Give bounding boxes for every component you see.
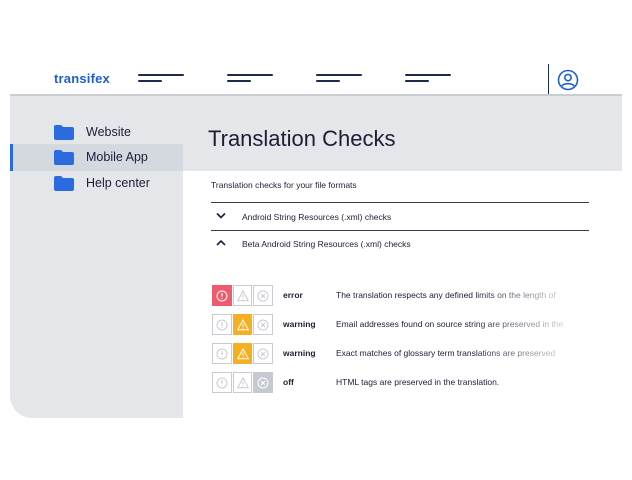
nav-item-3[interactable] bbox=[316, 74, 362, 84]
off-icon bbox=[257, 319, 269, 330]
header-divider bbox=[548, 64, 549, 94]
severity-selector bbox=[212, 314, 274, 335]
page-title: Translation Checks bbox=[208, 126, 396, 151]
folder-icon bbox=[54, 150, 74, 165]
stage: transifex Website Mobile App Help center… bbox=[0, 0, 632, 480]
sidebar-item-website[interactable]: Website bbox=[10, 119, 183, 146]
error-icon bbox=[216, 348, 228, 359]
warning-icon bbox=[236, 347, 249, 359]
section-android-xml[interactable]: Android String Resources (.xml) checks bbox=[211, 204, 589, 230]
folder-icon bbox=[54, 125, 74, 140]
error-toggle[interactable] bbox=[212, 343, 232, 364]
off-icon bbox=[257, 348, 269, 359]
warning-toggle[interactable] bbox=[232, 314, 253, 335]
check-row: warning Email addresses found on source … bbox=[212, 314, 592, 335]
severity-selector bbox=[212, 285, 274, 306]
warning-toggle[interactable] bbox=[232, 372, 253, 393]
sidebar-item-mobile-app[interactable]: Mobile App bbox=[10, 144, 183, 171]
off-toggle[interactable] bbox=[253, 343, 274, 364]
error-icon bbox=[216, 290, 228, 301]
chevron-up-icon bbox=[216, 239, 226, 246]
check-row: error The translation respects any defin… bbox=[212, 285, 592, 306]
check-row: warning Exact matches of glossary term t… bbox=[212, 343, 592, 364]
nav-item-2[interactable] bbox=[227, 74, 273, 84]
section-label: Beta Android String Resources (.xml) che… bbox=[242, 239, 411, 249]
warning-icon bbox=[236, 289, 249, 301]
error-icon bbox=[216, 319, 228, 330]
warning-icon bbox=[236, 318, 249, 330]
severity-selector bbox=[212, 372, 274, 393]
off-toggle[interactable] bbox=[253, 372, 274, 393]
sidebar-item-label: Website bbox=[86, 125, 131, 139]
off-icon bbox=[257, 290, 269, 301]
severity-label: warning bbox=[283, 319, 316, 329]
off-toggle[interactable] bbox=[253, 285, 274, 306]
warning-toggle[interactable] bbox=[232, 285, 253, 306]
chevron-down-icon bbox=[216, 212, 226, 219]
check-description: Exact matches of glossary term translati… bbox=[336, 348, 556, 358]
user-avatar-icon[interactable] bbox=[557, 69, 579, 91]
sidebar-item-label: Help center bbox=[86, 176, 150, 190]
sidebar-item-help-center[interactable]: Help center bbox=[10, 170, 183, 197]
section-label: Android String Resources (.xml) checks bbox=[242, 212, 392, 222]
nav-item-1[interactable] bbox=[138, 74, 184, 84]
warning-toggle[interactable] bbox=[232, 343, 253, 364]
transifex-logo[interactable]: transifex bbox=[54, 71, 110, 86]
nav-item-4[interactable] bbox=[405, 74, 451, 84]
sidebar-item-label: Mobile App bbox=[86, 150, 148, 164]
page-subtitle: Translation checks for your file formats bbox=[211, 180, 357, 190]
error-icon bbox=[216, 377, 228, 388]
error-toggle[interactable] bbox=[212, 314, 232, 335]
check-description: Email addresses found on source string a… bbox=[336, 319, 564, 329]
severity-label: warning bbox=[283, 348, 316, 358]
severity-selector bbox=[212, 343, 274, 364]
check-row: off HTML tags are preserved in the trans… bbox=[212, 372, 592, 393]
severity-label: error bbox=[283, 290, 303, 300]
folder-icon bbox=[54, 176, 74, 191]
section-beta-android-xml[interactable]: Beta Android String Resources (.xml) che… bbox=[211, 231, 589, 257]
check-description: HTML tags are preserved in the translati… bbox=[336, 377, 500, 387]
error-toggle[interactable] bbox=[212, 285, 232, 306]
off-toggle[interactable] bbox=[253, 314, 274, 335]
check-description: The translation respects any defined lim… bbox=[336, 290, 556, 300]
section-divider bbox=[211, 202, 589, 203]
severity-label: off bbox=[283, 377, 294, 387]
error-toggle[interactable] bbox=[212, 372, 232, 393]
off-icon bbox=[257, 377, 269, 388]
warning-icon bbox=[236, 376, 249, 388]
